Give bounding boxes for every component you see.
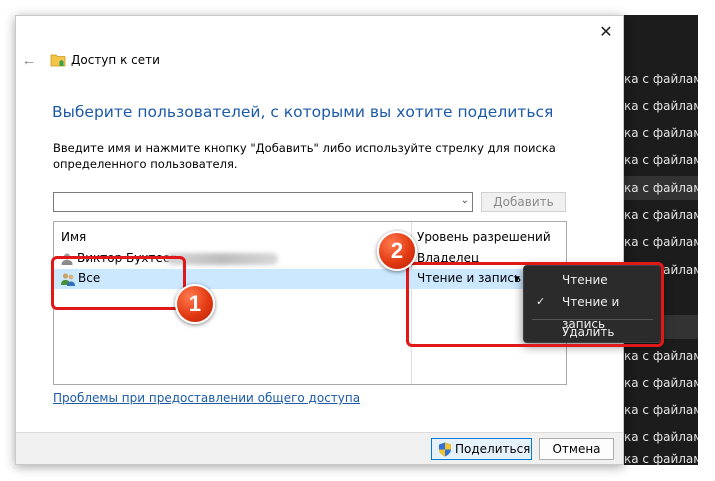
bg-row (620, 15, 698, 39)
annotation-badge-2: 2 (377, 231, 417, 271)
instructions-text: Введите имя и нажмите кнопку "Добавить" … (53, 141, 556, 171)
bg-row (620, 39, 698, 63)
bg-row[interactable]: ка с файлами (620, 176, 698, 200)
bg-row[interactable]: ка с файлами (620, 203, 698, 227)
close-button[interactable]: ✕ (595, 22, 617, 44)
bg-row[interactable]: ка с файлами (620, 447, 698, 465)
screenshot-stage: ка с файлами ка с файлами ка с файлами к… (0, 0, 715, 481)
share-button-label: Поделиться (455, 442, 531, 456)
add-button[interactable]: Добавить (481, 192, 566, 212)
annotation-badge-1: 1 (175, 284, 215, 324)
network-access-dialog: ✕ ← Доступ к сети Выберите пользователей… (15, 15, 624, 465)
bg-row[interactable]: ка с файлами (620, 67, 698, 91)
shared-folder-icon (50, 54, 66, 67)
column-header-permission[interactable]: Уровень разрешений (417, 230, 551, 244)
uac-shield-icon (439, 442, 451, 457)
page-heading: Выберите пользователей, с которыми вы хо… (52, 103, 554, 121)
bg-row[interactable]: ка с файлами (620, 148, 698, 172)
bg-row[interactable]: ка с файлами (620, 425, 698, 449)
dialog-title: Доступ к сети (71, 53, 160, 67)
bg-row[interactable]: ка с файлами (620, 398, 698, 422)
bg-row[interactable]: ка с файлами (620, 344, 698, 368)
share-button[interactable]: Поделиться (431, 438, 532, 460)
annotation-highlight-1 (51, 256, 186, 310)
cancel-button[interactable]: Отмена (539, 438, 614, 460)
dialog-footer: Поделиться Отмена (16, 432, 623, 464)
bg-row[interactable]: ка с файлами (620, 121, 698, 145)
annotation-highlight-2 (406, 262, 664, 347)
user-name-combobox[interactable]: ⌄ (53, 192, 473, 212)
back-arrow-icon[interactable]: ← (20, 52, 38, 70)
bg-row[interactable]: ка с файлами (620, 230, 698, 254)
chevron-down-icon[interactable]: ⌄ (461, 195, 469, 206)
background-file-manager: ка с файлами ка с файлами ка с файлами к… (620, 15, 698, 465)
bg-row[interactable]: ка с файлами (620, 94, 698, 118)
user-name-input[interactable] (54, 193, 449, 211)
column-header-name[interactable]: Имя (61, 230, 86, 244)
sharing-problems-link[interactable]: Проблемы при предоставлении общего досту… (53, 391, 360, 405)
bg-row[interactable]: ка с файлами (620, 371, 698, 395)
